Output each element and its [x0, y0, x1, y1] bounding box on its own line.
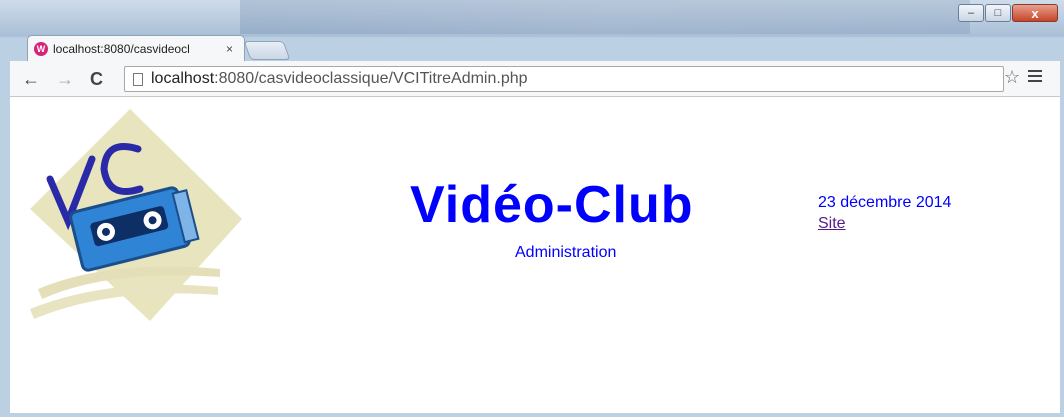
star-icon[interactable]: ☆ [1004, 67, 1020, 88]
favicon-icon: W [34, 41, 48, 56]
new-tab-button[interactable] [243, 41, 291, 60]
back-arrow-icon[interactable]: ← [22, 69, 40, 90]
url-path: :8080/casvideoclassique/VCITitreAdmin.ph… [214, 70, 528, 87]
maximize-button[interactable]: □ [985, 4, 1011, 22]
site-link[interactable]: Site [818, 215, 846, 233]
url-host: localhost [151, 70, 215, 87]
page-icon [133, 72, 143, 86]
blurred-background [240, 0, 970, 34]
browser-window: – □ x W localhost:8080/casvideocl × ← → … [0, 0, 1064, 417]
videocassette-logo-icon [30, 109, 242, 321]
hamburger-menu-icon[interactable] [1028, 67, 1042, 85]
url-text: localhost:8080/casvideoclassique/VCITitr… [151, 70, 528, 88]
close-window-button[interactable]: x [1012, 4, 1058, 22]
browser-tab[interactable]: W localhost:8080/casvideocl × [27, 35, 245, 61]
page-subtitle: Administration [515, 244, 617, 261]
address-bar[interactable]: localhost:8080/casvideoclassique/VCITitr… [124, 66, 1004, 92]
page-title: Vidéo-Club [410, 176, 694, 234]
tab-close-icon[interactable]: × [226, 42, 233, 56]
window-controls: – □ x [958, 4, 1058, 22]
minimize-button[interactable]: – [958, 4, 984, 22]
reload-icon[interactable]: C [90, 69, 103, 90]
page-content: Vidéo-Club Administration 23 décembre 20… [10, 97, 1060, 413]
forward-arrow-icon[interactable]: → [56, 69, 74, 90]
tab-title: localhost:8080/casvideocl [53, 41, 190, 56]
date-label: 23 décembre 2014 [818, 194, 952, 211]
browser-toolbar: ← → C localhost:8080/casvideoclassique/V… [10, 61, 1060, 97]
